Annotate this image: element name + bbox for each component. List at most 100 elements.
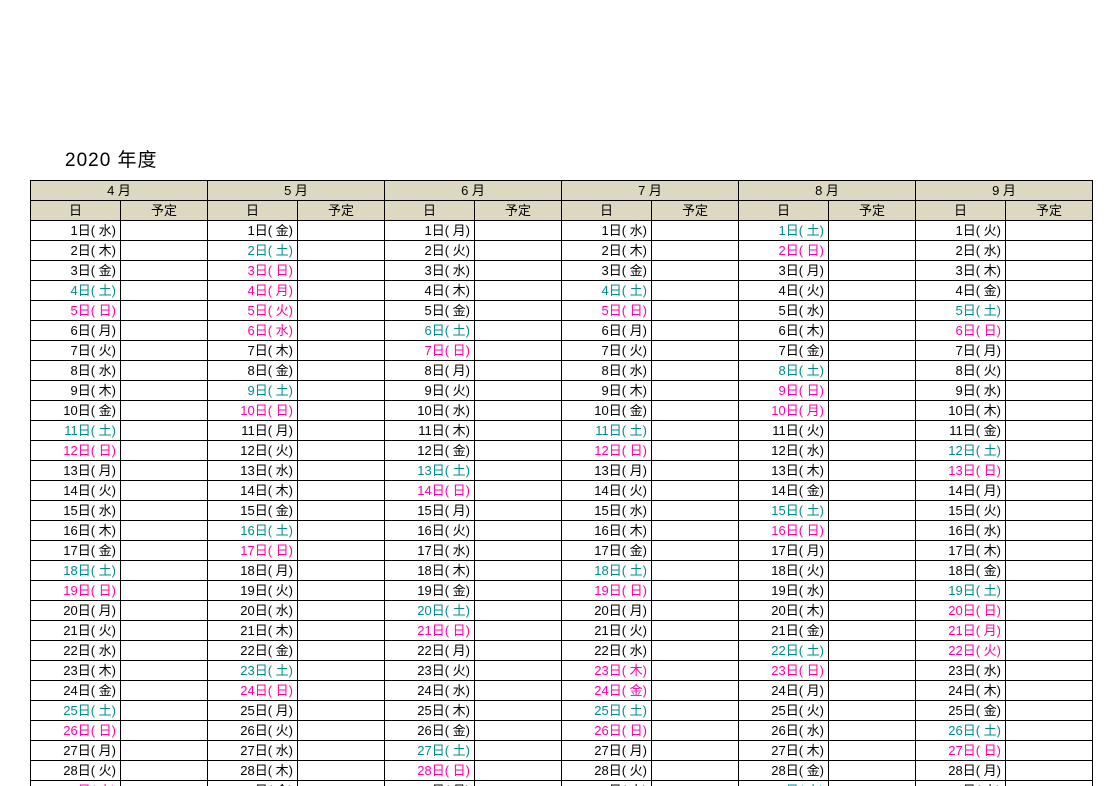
plan-cell [829,241,916,261]
plan-cell [829,301,916,321]
plan-cell [652,381,739,401]
plan-cell [829,581,916,601]
day-column-header: 日 [562,201,652,221]
day-cell: 26日( 日) [562,721,652,741]
plan-cell [829,401,916,421]
plan-cell [829,741,916,761]
day-cell: 22日( 土) [739,641,829,661]
plan-cell [121,321,208,341]
day-cell: 16日( 土) [208,521,298,541]
plan-cell [475,341,562,361]
day-cell: 11日( 木) [385,421,475,441]
plan-cell [298,401,385,421]
day-cell: 12日( 日) [562,441,652,461]
day-cell: 20日( 水) [208,601,298,621]
plan-cell [298,521,385,541]
plan-cell [121,341,208,361]
plan-cell [298,781,385,786]
plan-cell [1006,401,1093,421]
plan-cell [298,261,385,281]
day-cell: 8日( 月) [385,361,475,381]
day-cell: 26日( 水) [739,721,829,741]
month-header: 9 月 [916,181,1093,201]
day-cell: 12日( 日) [31,441,121,461]
day-cell: 9日( 火) [385,381,475,401]
plan-cell [829,381,916,401]
plan-cell [829,361,916,381]
plan-cell [475,501,562,521]
day-cell: 25日( 土) [562,701,652,721]
day-cell: 6日( 月) [562,321,652,341]
day-cell: 5日( 日) [31,301,121,321]
day-cell: 3日( 金) [31,261,121,281]
plan-cell [1006,341,1093,361]
day-cell: 17日( 日) [208,541,298,561]
day-cell: 14日( 月) [916,481,1006,501]
day-cell: 22日( 水) [562,641,652,661]
table-row: 25日( 土)25日( 月)25日( 木)25日( 土)25日( 火)25日( … [31,701,1093,721]
day-cell: 29日( 水) [31,781,121,786]
plan-cell [121,301,208,321]
day-cell: 18日( 月) [208,561,298,581]
day-cell: 23日( 土) [208,661,298,681]
plan-cell [121,421,208,441]
day-cell: 29日( 火) [916,781,1006,786]
day-cell: 28日( 金) [739,761,829,781]
table-row: 3日( 金)3日( 日)3日( 水)3日( 金)3日( 月)3日( 木) [31,261,1093,281]
day-cell: 11日( 土) [31,421,121,441]
plan-cell [829,601,916,621]
day-cell: 20日( 木) [739,601,829,621]
plan-cell [121,541,208,561]
day-cell: 7日( 日) [385,341,475,361]
day-cell: 25日( 金) [916,701,1006,721]
day-cell: 25日( 月) [208,701,298,721]
plan-cell [121,401,208,421]
plan-cell [829,701,916,721]
plan-cell [121,761,208,781]
plan-cell [475,421,562,441]
day-cell: 25日( 土) [31,701,121,721]
day-cell: 1日( 金) [208,221,298,241]
plan-cell [1006,481,1093,501]
plan-cell [652,481,739,501]
table-row: 26日( 日)26日( 火)26日( 金)26日( 日)26日( 水)26日( … [31,721,1093,741]
table-row: 10日( 金)10日( 日)10日( 水)10日( 金)10日( 月)10日( … [31,401,1093,421]
day-cell: 21日( 火) [31,621,121,641]
plan-cell [298,421,385,441]
plan-cell [652,561,739,581]
day-cell: 17日( 月) [739,541,829,561]
plan-cell [121,521,208,541]
plan-cell [298,441,385,461]
day-cell: 7日( 火) [31,341,121,361]
table-row: 16日( 木)16日( 土)16日( 火)16日( 木)16日( 日)16日( … [31,521,1093,541]
plan-cell [121,641,208,661]
day-cell: 24日( 水) [385,681,475,701]
plan-cell [475,361,562,381]
plan-cell [652,221,739,241]
day-cell: 24日( 木) [916,681,1006,701]
plan-cell [829,261,916,281]
day-cell: 12日( 水) [739,441,829,461]
plan-cell [1006,541,1093,561]
plan-cell [652,321,739,341]
day-cell: 28日( 火) [31,761,121,781]
day-cell: 3日( 木) [916,261,1006,281]
plan-cell [475,701,562,721]
plan-cell [121,721,208,741]
plan-cell [829,561,916,581]
day-cell: 14日( 火) [562,481,652,501]
day-cell: 19日( 水) [739,581,829,601]
plan-cell [298,761,385,781]
day-cell: 24日( 日) [208,681,298,701]
plan-cell [829,501,916,521]
plan-cell [1006,421,1093,441]
page-title: 2020 年度 [65,145,158,172]
day-cell: 13日( 木) [739,461,829,481]
day-cell: 16日( 木) [562,521,652,541]
plan-cell [652,741,739,761]
plan-cell [652,701,739,721]
day-cell: 18日( 土) [31,561,121,581]
day-cell: 28日( 月) [916,761,1006,781]
plan-cell [298,641,385,661]
table-row: 2日( 木)2日( 土)2日( 火)2日( 木)2日( 日)2日( 水) [31,241,1093,261]
